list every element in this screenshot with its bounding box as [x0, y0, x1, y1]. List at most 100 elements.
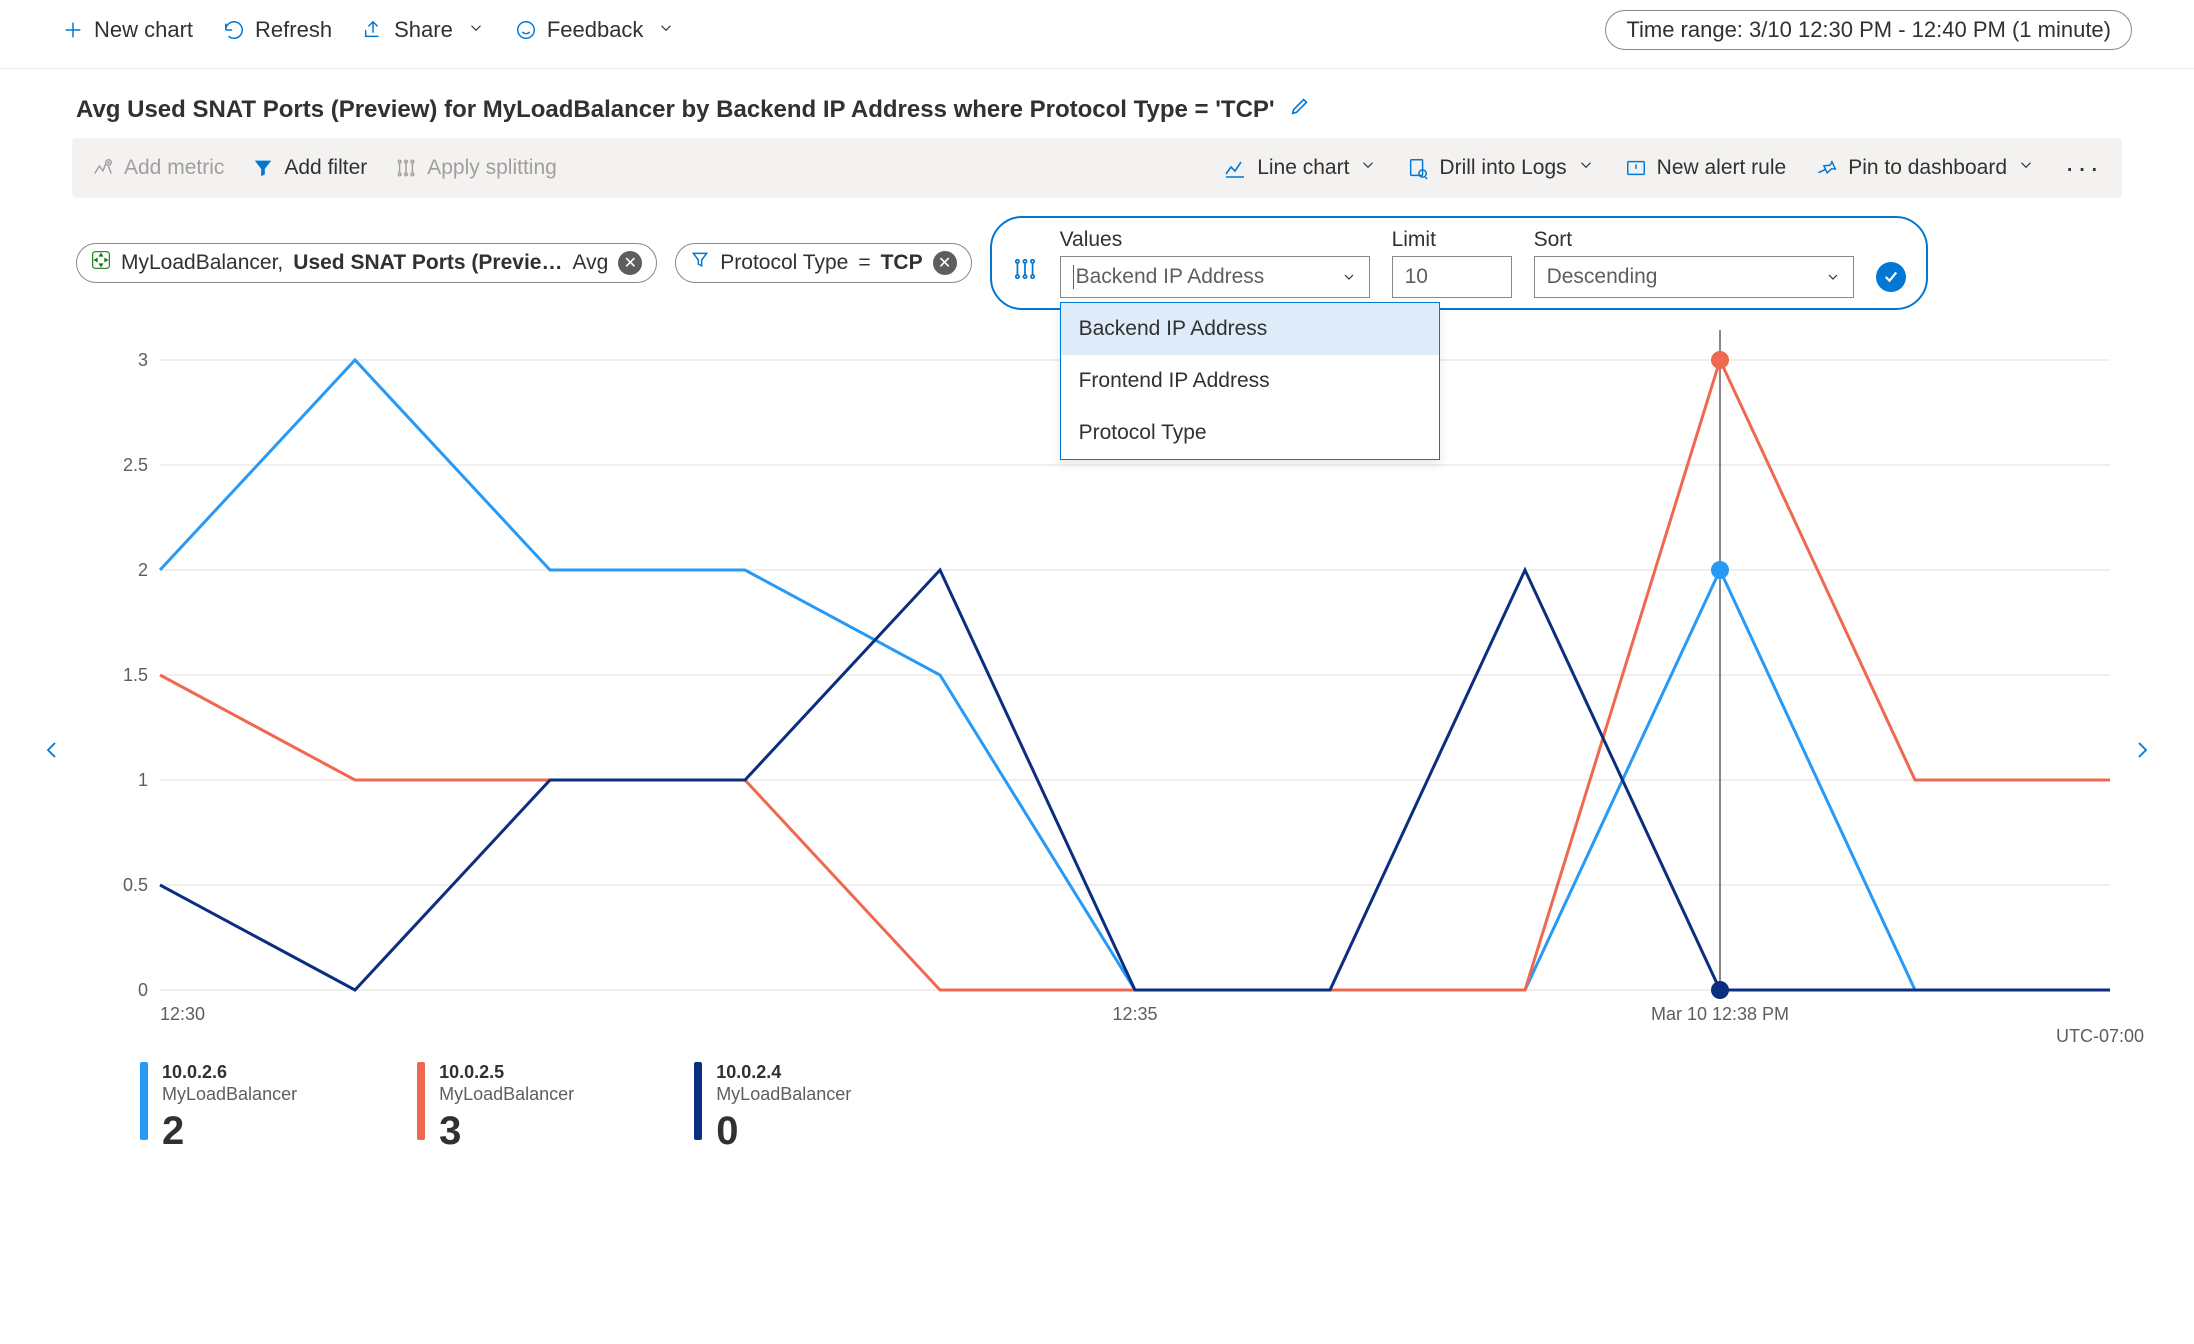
add-metric-label: Add metric — [124, 156, 224, 180]
svg-text:3: 3 — [138, 350, 148, 370]
edit-title-button[interactable] — [1289, 95, 1311, 124]
chart-area: 00.511.522.5312:3012:35Mar 10 12:38 PM U… — [40, 350, 2154, 1155]
legend-resource: MyLoadBalancer — [162, 1084, 297, 1106]
svg-text:12:35: 12:35 — [1112, 1004, 1157, 1024]
legend-value: 0 — [716, 1107, 851, 1155]
add-filter-button[interactable]: Add filter — [252, 156, 367, 180]
more-options-button[interactable]: ··· — [2065, 152, 2102, 184]
share-label: Share — [394, 17, 453, 43]
svg-text:2: 2 — [138, 560, 148, 580]
alert-icon — [1625, 157, 1647, 179]
metric-pill-resource: MyLoadBalancer, — [121, 251, 283, 275]
svg-text:0: 0 — [138, 980, 148, 1000]
time-range-picker[interactable]: Time range: 3/10 12:30 PM - 12:40 PM (1 … — [1605, 10, 2132, 50]
feedback-label: Feedback — [547, 17, 644, 43]
legend-ip: 10.0.2.5 — [439, 1062, 574, 1084]
values-label: Values — [1060, 228, 1370, 252]
smiley-icon — [515, 19, 537, 41]
legend-color-bar — [417, 1062, 425, 1140]
legend-item[interactable]: 10.0.2.5 MyLoadBalancer 3 — [417, 1062, 574, 1155]
splitting-icon — [395, 157, 417, 179]
pin-to-dashboard-button[interactable]: Pin to dashboard — [1816, 156, 2035, 180]
refresh-label: Refresh — [255, 17, 332, 43]
timezone-label: UTC-07:00 — [2056, 1026, 2144, 1047]
dropdown-option-protocol-type[interactable]: Protocol Type — [1061, 407, 1439, 459]
chevron-down-icon — [1341, 269, 1357, 285]
pin-icon — [1816, 157, 1838, 179]
feedback-button[interactable]: Feedback — [515, 17, 676, 43]
legend-item[interactable]: 10.0.2.4 MyLoadBalancer 0 — [694, 1062, 851, 1155]
metric-pill[interactable]: MyLoadBalancer, Used SNAT Ports (Previe…… — [76, 243, 657, 283]
chart-type-label: Line chart — [1257, 156, 1349, 180]
sort-select-value: Descending — [1547, 265, 1658, 289]
pin-to-dashboard-label: Pin to dashboard — [1848, 156, 2007, 180]
metric-pill-agg: Avg — [572, 251, 608, 275]
top-toolbar: New chart Refresh Share Feedback Time ra… — [0, 0, 2194, 69]
sort-label: Sort — [1534, 228, 1854, 252]
chart-toolbar: Add metric Add filter Apply splitting Li… — [72, 138, 2122, 198]
metric-pill-metric: Used SNAT Ports (Previe… — [293, 251, 562, 275]
chevron-down-icon — [1359, 156, 1377, 180]
splitting-active-icon — [1012, 256, 1038, 298]
prev-chart-button[interactable] — [30, 726, 74, 780]
drill-into-logs-button[interactable]: Drill into Logs — [1407, 156, 1594, 180]
values-select-value: Backend IP Address — [1073, 265, 1265, 289]
next-chart-button[interactable] — [2120, 726, 2164, 780]
chevron-down-icon — [1577, 156, 1595, 180]
chevron-down-icon — [1825, 269, 1841, 285]
values-select[interactable]: Backend IP Address — [1060, 256, 1370, 298]
filter-pill-key: Protocol Type — [720, 251, 848, 275]
dropdown-option-backend-ip[interactable]: Backend IP Address — [1061, 303, 1439, 355]
chevron-down-icon — [657, 17, 675, 43]
refresh-icon — [223, 19, 245, 41]
remove-filter-button[interactable]: ✕ — [933, 251, 957, 275]
legend-resource: MyLoadBalancer — [439, 1084, 574, 1106]
share-icon — [362, 19, 384, 41]
line-chart-icon — [1223, 156, 1247, 180]
chevron-down-icon — [2017, 156, 2035, 180]
add-filter-label: Add filter — [284, 156, 367, 180]
resource-icon — [91, 250, 111, 276]
split-panel: Values Backend IP Address Limit Sort Des… — [990, 216, 1928, 310]
values-dropdown: Backend IP Address Frontend IP Address P… — [1060, 302, 1440, 460]
new-alert-rule-label: New alert rule — [1657, 156, 1787, 180]
logs-icon — [1407, 157, 1429, 179]
apply-splitting-label: Apply splitting — [427, 156, 557, 180]
legend-item[interactable]: 10.0.2.6 MyLoadBalancer 2 — [140, 1062, 297, 1155]
add-metric-button[interactable]: Add metric — [92, 156, 224, 180]
legend-color-bar — [140, 1062, 148, 1140]
apply-split-check[interactable] — [1876, 262, 1906, 292]
filter-pill[interactable]: Protocol Type = TCP ✕ — [675, 243, 971, 283]
drill-into-logs-label: Drill into Logs — [1439, 156, 1566, 180]
svg-text:12:30: 12:30 — [160, 1004, 205, 1024]
dropdown-option-frontend-ip[interactable]: Frontend IP Address — [1061, 355, 1439, 407]
time-range-label: Time range: 3/10 12:30 PM - 12:40 PM (1 … — [1626, 17, 2111, 42]
legend-value: 2 — [162, 1107, 297, 1155]
new-alert-rule-button[interactable]: New alert rule — [1625, 156, 1787, 180]
legend-ip: 10.0.2.6 — [162, 1062, 297, 1084]
add-metric-icon — [92, 157, 114, 179]
limit-label: Limit — [1392, 228, 1512, 252]
limit-input[interactable] — [1392, 256, 1512, 298]
sort-select[interactable]: Descending — [1534, 256, 1854, 298]
legend-resource: MyLoadBalancer — [716, 1084, 851, 1106]
filter-icon — [690, 250, 710, 276]
legend-color-bar — [694, 1062, 702, 1140]
pill-row: MyLoadBalancer, Used SNAT Ports (Previe…… — [0, 216, 2194, 320]
refresh-button[interactable]: Refresh — [223, 17, 332, 43]
filter-pill-val: TCP — [881, 251, 923, 275]
chart-legend: 10.0.2.6 MyLoadBalancer 2 10.0.2.5 MyLoa… — [140, 1062, 2154, 1155]
new-chart-button[interactable]: New chart — [62, 17, 193, 43]
chart-type-button[interactable]: Line chart — [1223, 156, 1377, 180]
remove-metric-button[interactable]: ✕ — [618, 251, 642, 275]
svg-text:2.5: 2.5 — [123, 455, 148, 475]
share-button[interactable]: Share — [362, 17, 485, 43]
legend-value: 3 — [439, 1107, 574, 1155]
svg-text:0.5: 0.5 — [123, 875, 148, 895]
chevron-down-icon — [467, 17, 485, 43]
svg-text:Mar 10 12:38 PM: Mar 10 12:38 PM — [1651, 1004, 1789, 1024]
plus-icon — [62, 19, 84, 41]
chart-title: Avg Used SNAT Ports (Preview) for MyLoad… — [76, 96, 1275, 124]
apply-splitting-button[interactable]: Apply splitting — [395, 156, 557, 180]
filter-pill-op: = — [858, 251, 870, 275]
